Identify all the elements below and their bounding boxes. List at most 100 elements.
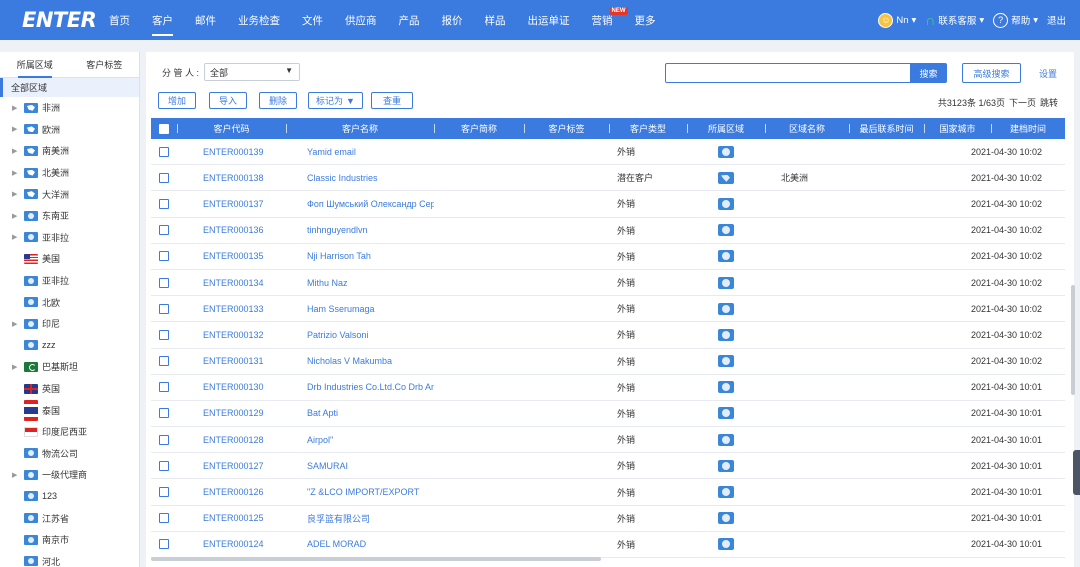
row-checkbox[interactable] <box>159 408 169 419</box>
horizontal-scrollbar[interactable] <box>151 557 601 561</box>
expand-arrow-icon[interactable]: ▶ <box>12 471 24 479</box>
table-row[interactable]: ENTER000137 Фоп Шумський Олександр Серг 外销… <box>151 191 1065 218</box>
sidebar-item[interactable]: ▶ 巴基斯坦 <box>0 356 139 378</box>
customer-code[interactable]: ENTER000135 <box>177 251 286 261</box>
row-checkbox[interactable] <box>159 434 169 445</box>
row-checkbox[interactable] <box>159 303 169 314</box>
add-button[interactable]: 增加 <box>158 92 196 109</box>
table-row[interactable]: ENTER000125 良孚篮有限公司 外销 2021-04-30 10:01 <box>151 506 1065 532</box>
table-row[interactable]: ENTER000132 Patrizio Valsoni 外销 2021-04-30 … <box>151 322 1065 349</box>
customer-name[interactable]: Drb Industries Co.Ltd.Co Drb Am <box>286 382 434 392</box>
scroll-thumb[interactable] <box>1071 285 1075 395</box>
column-header[interactable]: 客户名称 <box>286 118 434 139</box>
customer-name[interactable]: Mithu Naz <box>286 278 434 288</box>
table-row[interactable]: ENTER000124 ADEL MORAD 外销 2021-04-30 10:01 <box>151 532 1065 558</box>
row-checkbox[interactable] <box>159 539 169 550</box>
customer-code[interactable]: ENTER000129 <box>177 408 286 418</box>
nav-item[interactable]: 客户 <box>141 0 184 40</box>
table-row[interactable]: ENTER000131 Nicholas V Makumba 外销 2021-04-3… <box>151 349 1065 375</box>
sidebar-item-all-regions[interactable]: 全部区域 <box>0 78 139 97</box>
nav-item[interactable]: 供应商 <box>334 0 388 40</box>
select-all-checkbox[interactable] <box>159 123 169 134</box>
sidebar-item[interactable]: 物流公司 <box>0 443 139 465</box>
customer-name[interactable]: Nji Harrison Tah <box>286 251 434 261</box>
column-header[interactable]: 国家城市 <box>924 118 991 139</box>
customer-code[interactable]: ENTER000124 <box>177 539 286 549</box>
customer-code[interactable]: ENTER000131 <box>177 356 286 366</box>
expand-arrow-icon[interactable]: ▶ <box>12 212 24 220</box>
search-button[interactable]: 搜索 <box>910 63 947 83</box>
customer-name[interactable]: Patrizio Valsoni <box>286 330 434 340</box>
sidebar-item[interactable]: ▶ 南美洲 <box>0 140 139 162</box>
column-header[interactable]: 客户标签 <box>524 118 609 139</box>
delete-button[interactable]: 删除 <box>259 92 297 109</box>
dedupe-button[interactable]: 查重 <box>371 92 413 109</box>
row-checkbox[interactable] <box>159 198 169 209</box>
logout-link[interactable]: 退出 <box>1047 13 1066 27</box>
jump-page-link[interactable]: 跳转 <box>1040 96 1058 109</box>
nav-item[interactable]: 业务检查 <box>227 0 291 40</box>
customer-code[interactable]: ENTER000139 <box>177 147 286 157</box>
customer-code[interactable]: ENTER000126 <box>177 487 286 497</box>
sidebar-item[interactable]: 北欧 <box>0 291 139 313</box>
tab-region[interactable]: 所属区域 <box>0 52 70 78</box>
expand-arrow-icon[interactable]: ▶ <box>12 169 24 177</box>
customer-name[interactable]: ADEL MORAD <box>286 539 434 549</box>
customer-code[interactable]: ENTER000134 <box>177 278 286 288</box>
customer-code[interactable]: ENTER000127 <box>177 461 286 471</box>
search-input[interactable] <box>665 63 915 83</box>
nav-item[interactable]: 邮件 <box>184 0 227 40</box>
row-checkbox[interactable] <box>159 146 169 157</box>
row-checkbox[interactable] <box>159 225 169 236</box>
sidebar-item[interactable]: 河北 <box>0 550 139 567</box>
support-menu[interactable]: ∩ 联系客服 ▾ <box>925 12 984 28</box>
expand-arrow-icon[interactable]: ▶ <box>12 233 24 241</box>
customer-code[interactable]: ENTER000133 <box>177 304 286 314</box>
app-logo[interactable]: ENTER <box>0 0 98 40</box>
row-checkbox[interactable] <box>159 251 169 262</box>
customer-name[interactable]: Ham Sserumaga <box>286 304 434 314</box>
nav-item[interactable]: 样品 <box>474 0 517 40</box>
customer-name[interactable]: Bat Apti <box>286 408 434 418</box>
row-checkbox[interactable] <box>159 277 169 288</box>
side-panel-handle[interactable] <box>1073 450 1080 495</box>
expand-arrow-icon[interactable]: ▶ <box>12 104 24 112</box>
row-checkbox[interactable] <box>159 356 169 367</box>
nav-item[interactable]: 营销 NEW <box>581 0 628 40</box>
import-button[interactable]: 导入 <box>209 92 247 109</box>
sidebar-item[interactable]: ▶ 非洲 <box>0 97 139 119</box>
table-row[interactable]: ENTER000128 Airpol" 外销 2021-04-30 10:01 <box>151 427 1065 454</box>
sidebar-item[interactable]: ▶ 大洋洲 <box>0 183 139 205</box>
sidebar-item[interactable]: 印度尼西亚 <box>0 421 139 443</box>
sidebar-item[interactable]: ▶ 一级代理商 <box>0 464 139 486</box>
sidebar-item[interactable]: 英国 <box>0 378 139 400</box>
sidebar-item[interactable]: 江苏省 <box>0 507 139 529</box>
next-page-link[interactable]: 下一页 <box>1009 96 1036 109</box>
expand-arrow-icon[interactable]: ▶ <box>12 190 24 198</box>
column-header[interactable]: 最后联系时间 <box>849 118 924 139</box>
sidebar-item[interactable]: 南京市 <box>0 529 139 551</box>
table-row[interactable]: ENTER000126 "Z &LCO IMPORT/EXPORT 外销 2021-0… <box>151 479 1065 506</box>
customer-code[interactable]: ENTER000130 <box>177 382 286 392</box>
column-header[interactable]: 客户类型 <box>609 118 687 139</box>
customer-name[interactable]: 良孚篮有限公司 <box>286 512 434 525</box>
column-header[interactable]: 客户代码 <box>177 118 286 139</box>
customer-name[interactable]: Nicholas V Makumba <box>286 356 434 366</box>
mark-as-button[interactable]: 标记为 ▼ <box>308 92 363 109</box>
row-checkbox[interactable] <box>159 329 169 340</box>
help-menu[interactable]: ? 帮助 ▾ <box>993 12 1038 28</box>
row-checkbox[interactable] <box>159 460 169 471</box>
sidebar-item[interactable]: 123 <box>0 486 139 508</box>
customer-name[interactable]: SAMURAI <box>286 461 434 471</box>
table-row[interactable]: ENTER000129 Bat Apti 外销 2021-04-30 10:01 <box>151 401 1065 428</box>
sidebar-item[interactable]: 美国 <box>0 248 139 270</box>
table-row[interactable]: ENTER000139 Yamid email 外销 2021-04-30 10:02 <box>151 139 1065 166</box>
column-header[interactable]: 区域名称 <box>765 118 849 139</box>
nav-item[interactable]: 出运单证 <box>517 0 581 40</box>
sidebar-item[interactable]: ▶ 欧洲 <box>0 119 139 141</box>
owner-filter-select[interactable]: 全部 ▼ <box>204 63 300 81</box>
customer-name[interactable]: Фоп Шумський Олександр Серг <box>286 199 434 209</box>
customer-code[interactable]: ENTER000136 <box>177 225 286 235</box>
customer-code[interactable]: ENTER000132 <box>177 330 286 340</box>
customer-name[interactable]: tinhnguyendlvn <box>286 225 434 235</box>
